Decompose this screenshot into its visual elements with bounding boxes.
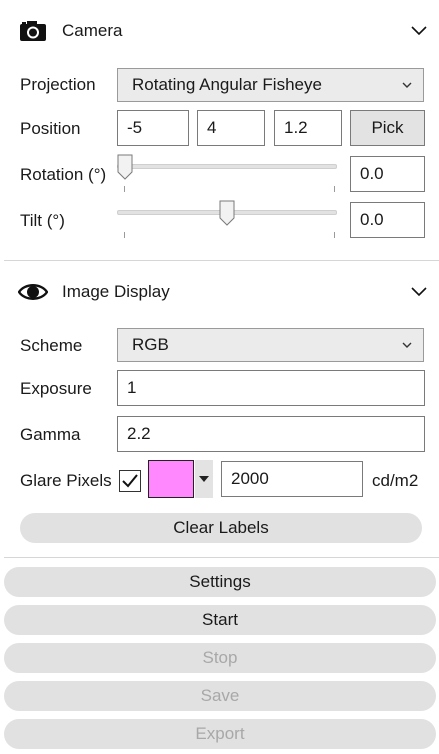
scheme-value: RGB <box>132 335 169 354</box>
glare-threshold-field[interactable]: 2000 <box>221 461 363 497</box>
position-z-field[interactable]: 1.2 <box>274 110 342 146</box>
tilt-field[interactable]: 0.0 <box>350 202 425 238</box>
rotation-field[interactable]: 0.0 <box>350 156 425 192</box>
tilt-slider[interactable] <box>117 200 337 240</box>
position-x-field[interactable]: -5 <box>117 110 189 146</box>
slider-thumb[interactable] <box>117 154 133 180</box>
glare-pixels-checkbox[interactable] <box>119 470 141 492</box>
camera-section-title: Camera <box>62 21 123 40</box>
image-display-section-title: Image Display <box>62 282 170 301</box>
save-button[interactable]: Save <box>4 681 436 711</box>
exposure-label: Exposure <box>20 379 92 398</box>
section-divider <box>4 557 439 558</box>
slider-tick <box>124 186 125 192</box>
gamma-label: Gamma <box>20 425 81 444</box>
gamma-field[interactable]: 2.2 <box>117 416 425 452</box>
checkmark-icon <box>122 474 138 488</box>
clear-labels-button[interactable]: Clear Labels <box>20 513 422 543</box>
chevron-down-icon <box>401 339 413 351</box>
eye-icon <box>18 277 48 307</box>
chevron-down-icon[interactable] <box>410 283 428 301</box>
stop-button[interactable]: Stop <box>4 643 436 673</box>
pick-button[interactable]: Pick <box>350 110 425 146</box>
tilt-label: Tilt (°) <box>20 211 65 230</box>
scheme-select[interactable]: RGB <box>117 328 424 362</box>
scheme-label: Scheme <box>20 336 83 355</box>
slider-tick <box>334 232 335 238</box>
glare-pixels-label: Glare Pixels <box>20 471 112 490</box>
slider-track <box>117 164 337 169</box>
rotation-slider[interactable] <box>117 154 337 194</box>
slider-thumb[interactable] <box>219 200 235 226</box>
position-y-field[interactable]: 4 <box>197 110 265 146</box>
settings-button[interactable]: Settings <box>4 567 436 597</box>
image-display-section-header[interactable]: Image Display <box>0 267 439 317</box>
glare-color-dropdown[interactable] <box>195 460 213 498</box>
camera-section-header[interactable]: Camera <box>0 6 439 56</box>
slider-tick <box>334 186 335 192</box>
projection-value: Rotating Angular Fisheye <box>132 75 322 94</box>
exposure-field[interactable]: 1 <box>117 370 425 406</box>
caret-down-icon <box>199 476 209 482</box>
export-button[interactable]: Export <box>4 719 436 749</box>
section-divider <box>4 260 439 261</box>
rotation-label: Rotation (°) <box>20 165 107 184</box>
projection-label: Projection <box>20 75 96 94</box>
camera-icon <box>18 16 48 46</box>
start-button[interactable]: Start <box>4 605 436 635</box>
glare-unit-label: cd/m2 <box>372 471 419 490</box>
chevron-down-icon <box>401 79 413 91</box>
slider-tick <box>124 232 125 238</box>
position-label: Position <box>20 119 81 138</box>
projection-select[interactable]: Rotating Angular Fisheye <box>117 68 424 102</box>
glare-color-swatch[interactable] <box>148 460 194 498</box>
chevron-down-icon[interactable] <box>410 22 428 40</box>
